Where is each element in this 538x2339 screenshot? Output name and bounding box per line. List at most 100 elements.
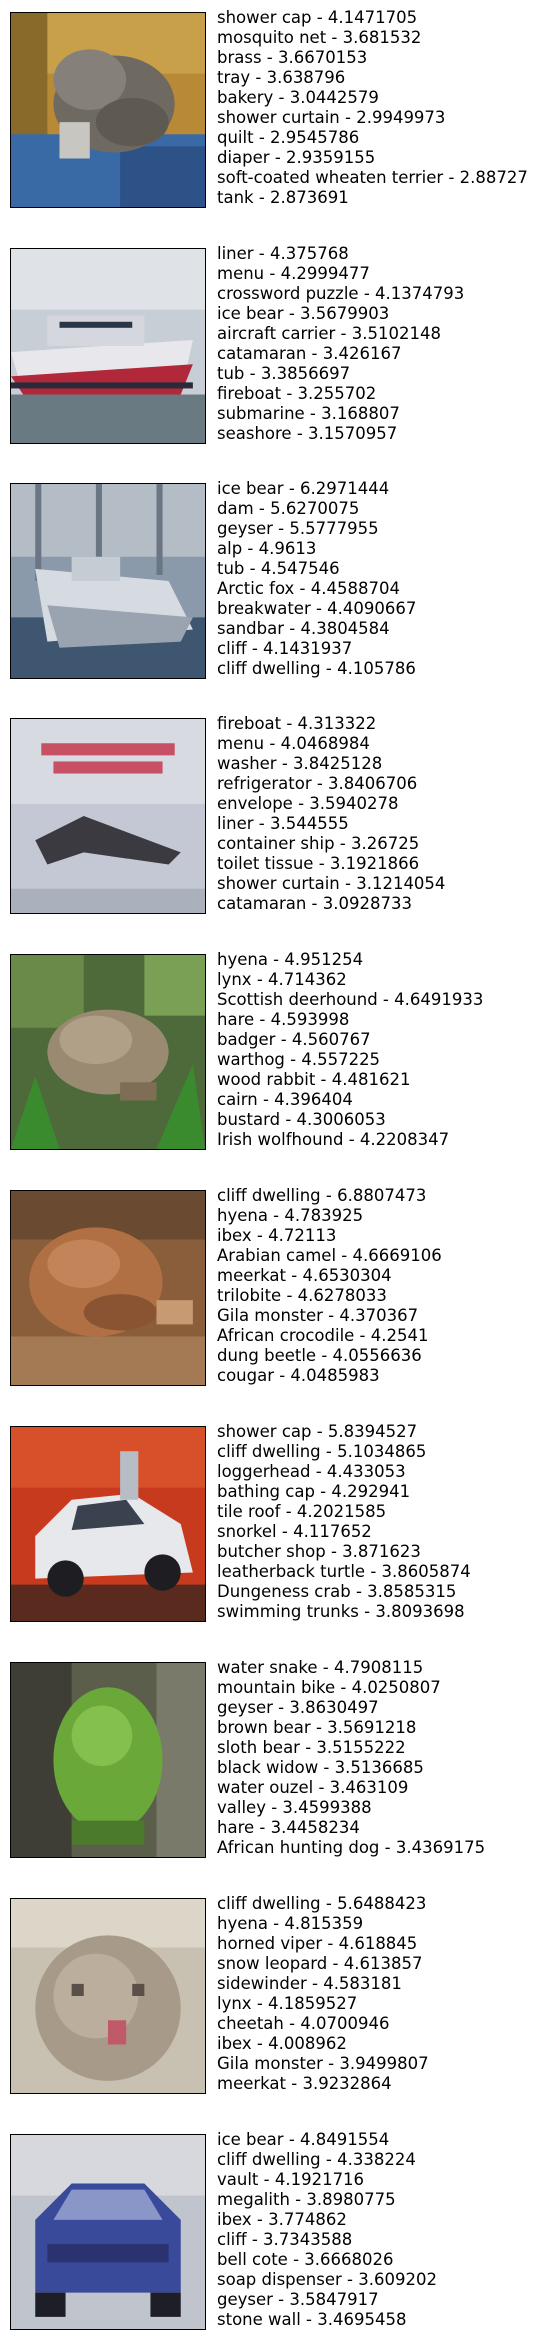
prediction-list: hyena - 4.951254 lynx - 4.714362 Scottis… xyxy=(217,950,483,1150)
prediction-item: lynx - 4.1859527 xyxy=(217,1994,358,2013)
thumbnail-image xyxy=(10,12,206,208)
prediction-item: Dungeness crab - 3.8585315 xyxy=(217,1582,457,1601)
prediction-item: water ouzel - 3.463109 xyxy=(217,1778,409,1797)
result-row: shower cap - 5.8394527 cliff dwelling - … xyxy=(0,1422,538,1626)
prediction-item: geyser - 3.8630497 xyxy=(217,1698,379,1717)
prediction-item: Gila monster - 3.9499807 xyxy=(217,2054,429,2073)
prediction-item: sidewinder - 4.583181 xyxy=(217,1974,402,1993)
prediction-list: cliff dwelling - 6.8807473 hyena - 4.783… xyxy=(217,1186,442,1386)
prediction-item: dung beetle - 4.0556636 xyxy=(217,1346,422,1365)
prediction-item: Scottish deerhound - 4.6491933 xyxy=(217,990,484,1009)
prediction-item: ice bear - 6.2971444 xyxy=(217,479,390,498)
result-row: ice bear - 4.8491554 cliff dwelling - 4.… xyxy=(0,2130,538,2334)
prediction-item: horned viper - 4.618845 xyxy=(217,1934,418,1953)
prediction-item: submarine - 3.168807 xyxy=(217,404,400,423)
prediction-item: envelope - 3.5940278 xyxy=(217,794,399,813)
prediction-item: hyena - 4.783925 xyxy=(217,1206,364,1225)
prediction-item: ibex - 3.774862 xyxy=(217,2210,347,2229)
prediction-item: soft-coated wheaten terrier - 2.88727 xyxy=(217,168,528,187)
prediction-item: shower cap - 4.1471705 xyxy=(217,8,418,27)
result-row: water snake - 4.7908115 mountain bike - … xyxy=(0,1658,538,1862)
prediction-item: megalith - 3.8980775 xyxy=(217,2190,396,2209)
prediction-item: seashore - 3.1570957 xyxy=(217,424,398,443)
prediction-item: container ship - 3.26725 xyxy=(217,834,420,853)
prediction-item: cairn - 4.396404 xyxy=(217,1090,353,1109)
prediction-item: stone wall - 3.4695458 xyxy=(217,2310,407,2329)
thumbnail-image xyxy=(10,1426,206,1622)
prediction-item: tub - 3.3856697 xyxy=(217,364,351,383)
prediction-item: dam - 5.6270075 xyxy=(217,499,360,518)
result-row: shower cap - 4.1471705 mosquito net - 3.… xyxy=(0,8,538,212)
prediction-item: Irish wolfhound - 4.2208347 xyxy=(217,1130,450,1149)
thumbnail-image xyxy=(10,248,206,444)
prediction-item: alp - 4.9613 xyxy=(217,539,317,558)
prediction-item: toilet tissue - 3.1921866 xyxy=(217,854,420,873)
prediction-list: cliff dwelling - 5.6488423 hyena - 4.815… xyxy=(217,1894,429,2094)
result-row: hyena - 4.951254 lynx - 4.714362 Scottis… xyxy=(0,950,538,1154)
prediction-item: hyena - 4.951254 xyxy=(217,950,364,969)
prediction-item: bathing cap - 4.292941 xyxy=(217,1482,411,1501)
prediction-item: hare - 4.593998 xyxy=(217,1010,350,1029)
prediction-item: brown bear - 3.5691218 xyxy=(217,1718,417,1737)
prediction-item: black widow - 3.5136685 xyxy=(217,1758,424,1777)
prediction-item: mountain bike - 4.0250807 xyxy=(217,1678,441,1697)
result-row: ice bear - 6.2971444 dam - 5.6270075 gey… xyxy=(0,479,538,683)
prediction-item: shower cap - 5.8394527 xyxy=(217,1422,418,1441)
result-row: liner - 4.375768 menu - 4.2999477 crossw… xyxy=(0,244,538,448)
prediction-item: fireboat - 3.255702 xyxy=(217,384,377,403)
prediction-item: geyser - 3.5847917 xyxy=(217,2290,379,2309)
prediction-item: Arabian camel - 4.6669106 xyxy=(217,1246,442,1265)
prediction-item: cliff dwelling - 5.6488423 xyxy=(217,1894,427,1913)
thumbnail-image xyxy=(10,1898,206,2094)
prediction-item: cliff dwelling - 4.338224 xyxy=(217,2150,416,2169)
prediction-item: African hunting dog - 3.4369175 xyxy=(217,1838,486,1857)
thumbnail-image xyxy=(10,483,206,679)
result-row: cliff dwelling - 6.8807473 hyena - 4.783… xyxy=(0,1186,538,1390)
result-row: cliff dwelling - 5.6488423 hyena - 4.815… xyxy=(0,1894,538,2098)
prediction-item: ibex - 4.72113 xyxy=(217,1226,337,1245)
prediction-item: vault - 4.1921716 xyxy=(217,2170,365,2189)
prediction-item: cliff dwelling - 5.1034865 xyxy=(217,1442,427,1461)
prediction-item: ice bear - 4.8491554 xyxy=(217,2130,390,2149)
prediction-list: shower cap - 4.1471705 mosquito net - 3.… xyxy=(217,8,528,208)
prediction-item: geyser - 5.5777955 xyxy=(217,519,379,538)
prediction-item: trilobite - 4.6278033 xyxy=(217,1286,387,1305)
prediction-item: washer - 3.8425128 xyxy=(217,754,383,773)
prediction-item: lynx - 4.714362 xyxy=(217,970,347,989)
prediction-item: liner - 3.544555 xyxy=(217,814,349,833)
prediction-item: tank - 2.873691 xyxy=(217,188,349,207)
prediction-item: cougar - 4.0485983 xyxy=(217,1366,380,1385)
thumbnail-image xyxy=(10,1662,206,1858)
prediction-item: water snake - 4.7908115 xyxy=(217,1658,424,1677)
prediction-item: crossword puzzle - 4.1374793 xyxy=(217,284,465,303)
thumbnail-image xyxy=(10,1190,206,1386)
prediction-item: quilt - 2.9545786 xyxy=(217,128,360,147)
prediction-item: African crocodile - 4.2541 xyxy=(217,1326,429,1345)
thumbnail-image xyxy=(10,718,206,914)
prediction-item: bell cote - 3.6668026 xyxy=(217,2250,394,2269)
prediction-item: bustard - 4.3006053 xyxy=(217,1110,386,1129)
prediction-item: loggerhead - 4.433053 xyxy=(217,1462,406,1481)
prediction-item: ice bear - 3.5679903 xyxy=(217,304,390,323)
prediction-item: snow leopard - 4.613857 xyxy=(217,1954,423,1973)
prediction-item: butcher shop - 3.871623 xyxy=(217,1542,421,1561)
prediction-item: menu - 4.2999477 xyxy=(217,264,370,283)
prediction-item: meerkat - 4.6530304 xyxy=(217,1266,392,1285)
prediction-item: shower curtain - 3.1214054 xyxy=(217,874,446,893)
prediction-item: catamaran - 3.426167 xyxy=(217,344,402,363)
prediction-item: Gila monster - 4.370367 xyxy=(217,1306,419,1325)
prediction-item: valley - 3.4599388 xyxy=(217,1798,372,1817)
prediction-item: Arctic fox - 4.4588704 xyxy=(217,579,400,598)
prediction-item: hyena - 4.815359 xyxy=(217,1914,364,1933)
prediction-item: shower curtain - 2.9949973 xyxy=(217,108,446,127)
prediction-item: ibex - 4.008962 xyxy=(217,2034,347,2053)
prediction-item: snorkel - 4.117652 xyxy=(217,1522,372,1541)
thumbnail-image xyxy=(10,2134,206,2330)
prediction-item: tub - 4.547546 xyxy=(217,559,340,578)
prediction-list: liner - 4.375768 menu - 4.2999477 crossw… xyxy=(217,244,464,444)
prediction-item: brass - 3.6670153 xyxy=(217,48,368,67)
prediction-item: soap dispenser - 3.609202 xyxy=(217,2270,437,2289)
prediction-item: sloth bear - 3.5155222 xyxy=(217,1738,406,1757)
prediction-list: fireboat - 4.313322 menu - 4.0468984 was… xyxy=(217,714,445,914)
prediction-item: warthog - 4.557225 xyxy=(217,1050,381,1069)
